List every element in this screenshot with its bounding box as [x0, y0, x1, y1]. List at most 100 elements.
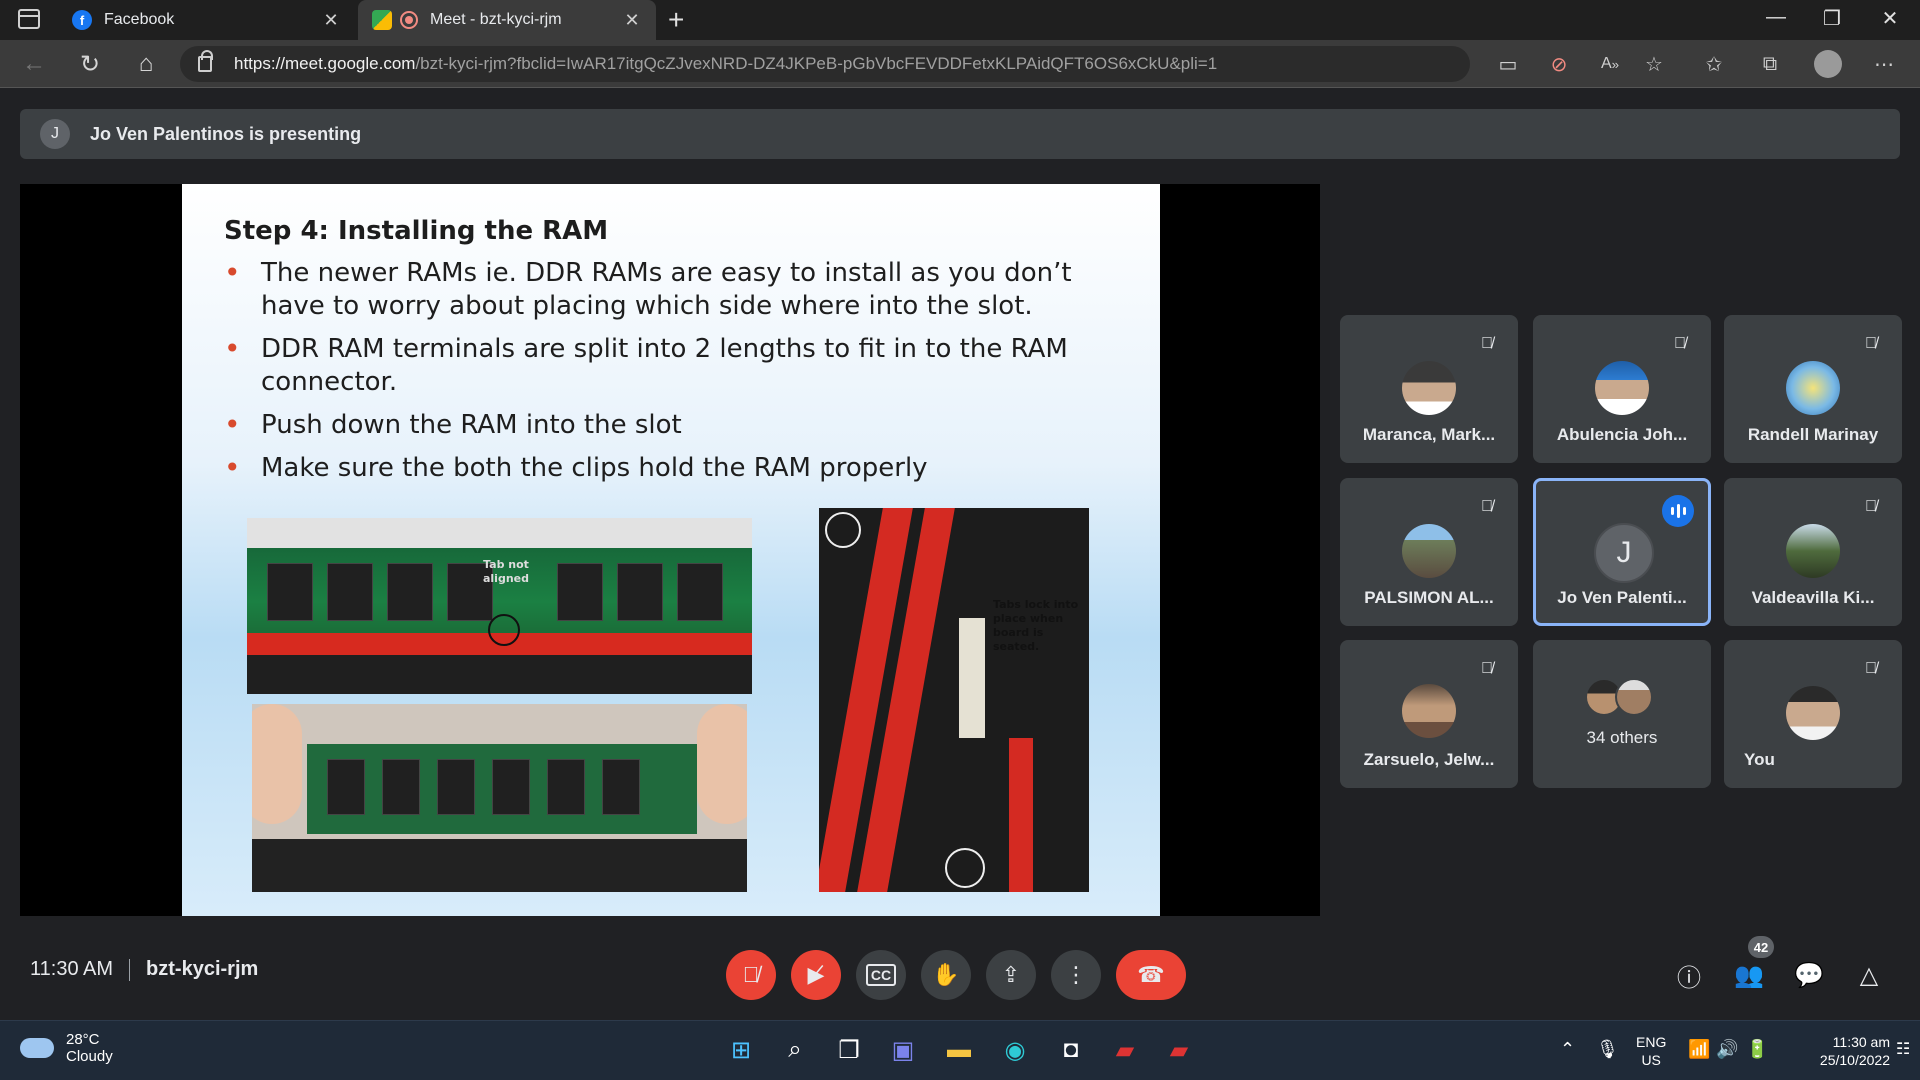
- leave-call-button[interactable]: ☎: [1116, 950, 1186, 1000]
- avatar: [1786, 686, 1840, 740]
- avatar-initial: J: [1594, 523, 1654, 583]
- edge-icon[interactable]: ◉: [996, 1031, 1034, 1069]
- chevron-up-icon[interactable]: ⌃: [1560, 1039, 1575, 1060]
- microphone-icon[interactable]: 🎙: [1596, 1039, 1619, 1060]
- back-icon[interactable]: ←: [18, 48, 50, 80]
- mic-blocked-icon[interactable]: ⊘: [1545, 50, 1573, 78]
- close-icon[interactable]: ✕: [321, 10, 341, 31]
- tab-title: Facebook: [104, 11, 175, 28]
- photo-background: [247, 518, 752, 548]
- participant-tile-self[interactable]: 🎙̸ You: [1724, 640, 1902, 788]
- ram-chip: [617, 563, 663, 621]
- others-tile[interactable]: 34 others: [1533, 640, 1711, 788]
- ram-chip: [547, 759, 585, 815]
- ram-chip: [437, 759, 475, 815]
- new-tab-button[interactable]: +: [668, 4, 684, 36]
- ram-chip: [677, 563, 723, 621]
- battery-icon[interactable]: 🔋: [1746, 1039, 1768, 1060]
- participant-tile[interactable]: 🎙̸ Randell Marinay: [1724, 315, 1902, 463]
- home-icon[interactable]: ⌂: [130, 48, 162, 80]
- participant-name: PALSIMON AL...: [1364, 588, 1494, 607]
- motherboard: [247, 655, 752, 694]
- reload-icon[interactable]: ↻: [74, 48, 106, 80]
- tab-facebook[interactable]: f Facebook ✕: [58, 0, 355, 40]
- chat-icon[interactable]: 💬: [1788, 954, 1830, 996]
- favorites-icon[interactable]: ✩: [1700, 50, 1728, 78]
- participant-tile-speaking[interactable]: J Jo Ven Palenti...: [1533, 478, 1711, 626]
- participant-name: You: [1744, 750, 1775, 769]
- ram-push-photo: [252, 704, 747, 892]
- mic-off-icon: 🎙̸: [1865, 660, 1877, 677]
- captions-button[interactable]: CC: [856, 950, 906, 1000]
- activities-icon[interactable]: △: [1848, 954, 1890, 996]
- slide-bullet: Push down the RAM into the slot: [224, 408, 1124, 442]
- ram-slots: [252, 839, 747, 892]
- temperature: 28°C: [66, 1031, 100, 1048]
- mic-off-icon: 🎙̸: [1481, 335, 1493, 352]
- ram-chip: [387, 563, 433, 621]
- file-explorer-icon[interactable]: ▬: [940, 1031, 978, 1069]
- browser-tab-bar: f Facebook ✕ Meet - bzt-kyci-rjm ✕ + — ❐…: [0, 0, 1920, 40]
- add-favorite-icon[interactable]: ☆: [1640, 50, 1668, 78]
- search-icon[interactable]: ⌕: [776, 1031, 814, 1069]
- participant-tile[interactable]: 🎙̸ Abulencia Joh...: [1533, 315, 1711, 463]
- participant-tile[interactable]: 🎙̸ Zarsuelo, Jelw...: [1340, 640, 1518, 788]
- divider: [129, 958, 131, 981]
- avatar: [1402, 361, 1456, 415]
- avatar: [1786, 524, 1840, 578]
- lock-icon[interactable]: [198, 50, 213, 72]
- slide-bullet: DDR RAM terminals are split into 2 lengt…: [224, 332, 1124, 399]
- cloud-icon: [20, 1038, 54, 1058]
- ram-slot: [1009, 738, 1033, 892]
- speaking-icon: [1662, 495, 1694, 527]
- collections-icon[interactable]: ⧉: [1756, 50, 1784, 78]
- meeting-info: 11:30 AM bzt-kyci-rjm: [30, 958, 258, 981]
- tab-meet[interactable]: Meet - bzt-kyci-rjm ✕: [358, 0, 656, 40]
- ram-chip: [382, 759, 420, 815]
- close-icon[interactable]: ✕: [622, 10, 642, 31]
- slide-title: Step 4: Installing the RAM: [224, 216, 609, 246]
- participant-tile[interactable]: 🎙̸ Maranca, Mark...: [1340, 315, 1518, 463]
- tab-actions-icon[interactable]: [18, 9, 40, 29]
- app-icon[interactable]: ▰: [1160, 1031, 1198, 1069]
- camera-app-icon[interactable]: ◘: [1052, 1031, 1090, 1069]
- avatar: [1402, 684, 1456, 738]
- teams-chat-icon[interactable]: ▣: [884, 1031, 922, 1069]
- app-icon[interactable]: ▰: [1106, 1031, 1144, 1069]
- weather-widget[interactable]: 28°C Cloudy: [20, 1031, 113, 1065]
- wifi-icon[interactable]: 📶: [1688, 1039, 1710, 1060]
- volume-icon[interactable]: 🔊: [1716, 1039, 1738, 1060]
- restore-icon[interactable]: ❐: [1812, 6, 1852, 31]
- weather-condition: Cloudy: [66, 1048, 113, 1065]
- meeting-details-icon[interactable]: ⓘ: [1668, 954, 1710, 996]
- url-path: /bzt-kyci-rjm?fbclid=IwAR17itgQcZJvexNRD…: [415, 54, 1218, 73]
- task-view-icon[interactable]: ❐: [830, 1031, 868, 1069]
- camera-permission-icon[interactable]: ▭: [1494, 50, 1522, 78]
- participant-name: Valdeavilla Ki...: [1751, 588, 1875, 607]
- profile-avatar[interactable]: [1814, 50, 1842, 78]
- minimize-icon[interactable]: —: [1756, 6, 1796, 29]
- close-window-icon[interactable]: ✕: [1870, 6, 1910, 31]
- clock[interactable]: 11:30 am 25/10/2022: [1790, 1033, 1890, 1069]
- more-options-button[interactable]: ⋮: [1051, 950, 1101, 1000]
- participant-name: Zarsuelo, Jelw...: [1363, 750, 1495, 769]
- ram-chip: [267, 563, 313, 621]
- read-aloud-icon[interactable]: A»: [1596, 50, 1624, 78]
- participant-name: Jo Ven Palenti...: [1557, 588, 1687, 607]
- language-indicator[interactable]: ENG US: [1636, 1033, 1666, 1069]
- ram-chip: [327, 759, 365, 815]
- participant-tile[interactable]: 🎙̸ PALSIMON AL...: [1340, 478, 1518, 626]
- notification-icon[interactable]: ☷: [1896, 1039, 1910, 1059]
- present-button[interactable]: ⇪: [986, 950, 1036, 1000]
- presenting-banner: J Jo Ven Palentinos is presenting: [20, 109, 1900, 159]
- raise-hand-button[interactable]: ✋: [921, 950, 971, 1000]
- address-bar[interactable]: https://meet.google.com/bzt-kyci-rjm?fbc…: [180, 46, 1470, 82]
- windows-start-icon[interactable]: ⊞: [722, 1031, 760, 1069]
- mic-off-button[interactable]: 🎙̸: [726, 950, 776, 1000]
- avatar: [1786, 361, 1840, 415]
- presenting-text: Jo Ven Palentinos is presenting: [90, 123, 362, 144]
- participant-tile[interactable]: 🎙̸ Valdeavilla Ki...: [1724, 478, 1902, 626]
- people-icon[interactable]: 👥: [1728, 954, 1770, 996]
- camera-off-button[interactable]: ▶̸: [791, 950, 841, 1000]
- more-icon[interactable]: ⋯: [1870, 50, 1898, 78]
